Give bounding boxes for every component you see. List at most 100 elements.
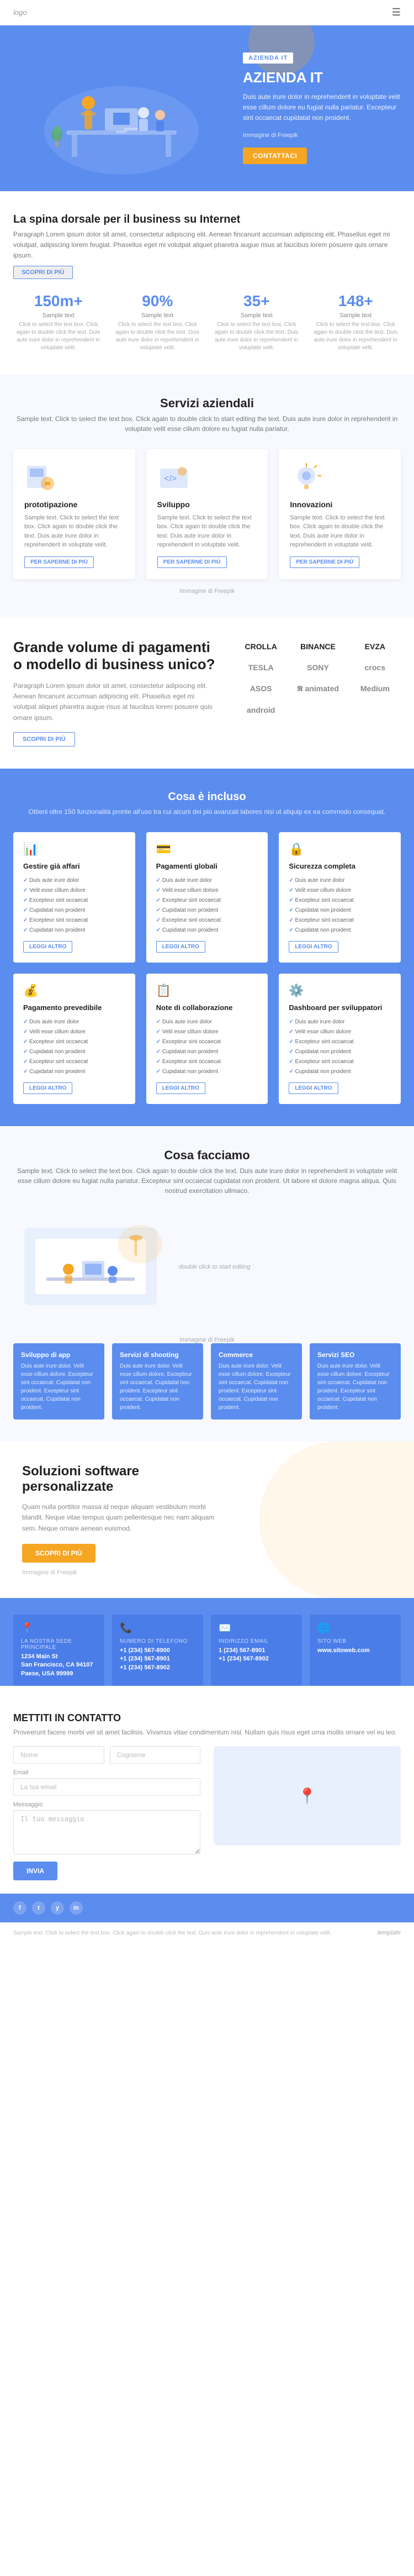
included-list-item: Duis aute irure dolor bbox=[289, 1017, 391, 1027]
included-more-button[interactable]: LEGGI ALTRO bbox=[289, 1082, 338, 1094]
service-title: Sviluppo bbox=[157, 500, 257, 509]
included-more-button[interactable]: LEGGI ALTRO bbox=[289, 941, 338, 953]
included-list-item: Velit esse cillum dolore bbox=[289, 1027, 391, 1037]
contact-info-value: 1234 Main StSan Francisco, CA 94107Paese… bbox=[21, 1653, 97, 1678]
included-card-icon: 💰 bbox=[23, 984, 125, 998]
included-more-button[interactable]: LEGGI ALTRO bbox=[156, 941, 205, 953]
included-card-title: Dashboard per sviluppatori bbox=[289, 1003, 391, 1012]
included-list-item: Velit esse cillum dolore bbox=[156, 1027, 258, 1037]
included-card-title: Pagamento prevedibile bbox=[23, 1003, 125, 1012]
service-card: prototipazione Sample text. Click to sel… bbox=[13, 449, 135, 579]
software-button[interactable]: SCOPRI DI PIÙ bbox=[22, 1544, 95, 1563]
stat-desc: Click to select the text box. Click agai… bbox=[211, 321, 302, 352]
included-card: ⚙️ Dashboard per sviluppatori Duis aute … bbox=[279, 974, 401, 1104]
whatwedo-service-card: Sviluppo di app Duis aute irure dolor. V… bbox=[13, 1343, 104, 1420]
whatwedo-illustration-svg bbox=[13, 1211, 168, 1322]
included-list-item: Excepteur sint occaecat bbox=[289, 1037, 391, 1047]
contact-info-value: +1 (234) 567-8900+1 (234) 567-8901+1 (23… bbox=[120, 1647, 195, 1672]
submit-button[interactable]: INVIA bbox=[13, 1862, 57, 1880]
name-row bbox=[13, 1746, 200, 1764]
email-input[interactable] bbox=[13, 1778, 200, 1796]
included-card-title: Sicurezza completa bbox=[289, 862, 391, 870]
included-list-item: Velit esse cillum dolore bbox=[156, 886, 258, 896]
services-subtitle: Sample text. Click to select the text bo… bbox=[13, 414, 401, 434]
included-more-button[interactable]: LEGGI ALTRO bbox=[23, 1082, 72, 1094]
included-list: Duis aute irure dolorVelit esse cillum d… bbox=[23, 876, 125, 935]
included-list-item: Duis aute irure dolor bbox=[23, 876, 125, 886]
services-image-credit[interactable]: Immagine di Freepik bbox=[13, 588, 401, 595]
payment-button[interactable]: SCOPRI DI PIÙ bbox=[13, 732, 75, 746]
hero-title: AZIENDA IT bbox=[243, 69, 401, 86]
email-row: Email bbox=[13, 1769, 200, 1796]
stats-text: Paragraph Lorem ipsum dolor sit amet, co… bbox=[13, 229, 401, 261]
hero-image-credit[interactable]: Immagine di Freepik bbox=[243, 132, 401, 139]
included-title: Cosa è incluso bbox=[13, 791, 401, 803]
service-title: prototipazione bbox=[24, 500, 124, 509]
whatwedo-section: Cosa facciamo Sample text. Click to sele… bbox=[0, 1126, 414, 1442]
software-image-credit[interactable]: Immagine di Freepik bbox=[22, 1569, 221, 1576]
service-icon bbox=[24, 460, 57, 493]
contact-section: 📍 LA NOSTRA SEDE PRINCIPALE 1234 Main St… bbox=[0, 1598, 414, 1686]
included-list-item: Excepteur sint occaecat bbox=[156, 916, 258, 926]
whatwedo-card-title: Sviluppo di app bbox=[21, 1351, 97, 1359]
brand-item: ASOS bbox=[235, 681, 286, 696]
whatwedo-image-credit[interactable]: Immagine di Freepik bbox=[13, 1337, 401, 1343]
stat-desc: Click to select the text box. Click agai… bbox=[113, 321, 203, 352]
hero-illustration bbox=[0, 42, 237, 175]
included-more-button[interactable]: LEGGI ALTRO bbox=[23, 941, 72, 953]
nome-input[interactable] bbox=[13, 1746, 104, 1764]
social-icon-t[interactable]: t bbox=[32, 1901, 45, 1915]
brands-grid: CROLLABINANCEEVZATESLASONYcrocsASOS𝕹 ani… bbox=[235, 639, 401, 718]
included-more-button[interactable]: LEGGI ALTRO bbox=[156, 1082, 205, 1094]
contact-form-title: METTITI IN CONTATTO bbox=[13, 1712, 401, 1724]
stat-item: 150m+ Sample text Click to select the te… bbox=[13, 292, 104, 352]
included-list-item: Excepteur sint occaecat bbox=[23, 1037, 125, 1047]
included-grid-1: 📊 Gestire già affari Duis aute irure dol… bbox=[13, 832, 401, 963]
included-list: Duis aute irure dolorVelit esse cillum d… bbox=[289, 876, 391, 935]
hamburger-icon[interactable]: ☰ bbox=[392, 7, 401, 18]
service-more-button[interactable]: PER SAPERNE DI PIÙ bbox=[157, 556, 227, 568]
logo: logo bbox=[13, 8, 27, 17]
brand-item: SONY bbox=[292, 660, 343, 675]
stat-number: 148+ bbox=[311, 292, 401, 310]
whatwedo-text-block[interactable]: double click to start editing bbox=[179, 1264, 401, 1270]
contact-info-label: LA NOSTRA SEDE PRINCIPALE bbox=[21, 1638, 97, 1650]
social-bar: ftyin bbox=[0, 1894, 414, 1922]
social-icon-f[interactable]: f bbox=[13, 1901, 26, 1915]
stat-desc: Click to select the text box. Click agai… bbox=[13, 321, 104, 352]
social-icon-in[interactable]: in bbox=[70, 1901, 83, 1915]
brand-item: android bbox=[235, 702, 286, 718]
map-placeholder: 📍 bbox=[214, 1746, 401, 1846]
stats-section: La spina dorsale per il business su Inte… bbox=[0, 191, 414, 374]
stats-more-button[interactable]: SCOPRI DI PIÙ bbox=[13, 266, 73, 279]
whatwedo-service-card: Commerce Duis aute irure dolor. Velit es… bbox=[211, 1343, 302, 1420]
included-list: Duis aute irure dolorVelit esse cillum d… bbox=[289, 1017, 391, 1077]
stats-title: La spina dorsale per il business su Inte… bbox=[13, 213, 401, 226]
included-card-title: Gestire già affari bbox=[23, 862, 125, 870]
included-card-title: Note di collaborazione bbox=[156, 1003, 258, 1012]
payment-right: CROLLABINANCEEVZATESLASONYcrocsASOS𝕹 ani… bbox=[235, 639, 401, 746]
hero-cta-button[interactable]: CONTATTACI bbox=[243, 148, 307, 164]
included-card-icon: 🔒 bbox=[289, 842, 391, 856]
cognome-input[interactable] bbox=[110, 1746, 201, 1764]
included-list-item: Excepteur sint occaecat bbox=[23, 916, 125, 926]
included-list-item: Excepteur sint occaecat bbox=[156, 896, 258, 906]
included-grid-2: 💰 Pagamento prevedibile Duis aute irure … bbox=[13, 974, 401, 1104]
stat-number: 90% bbox=[113, 292, 203, 310]
included-list-item: Velit esse cillum dolore bbox=[289, 886, 391, 896]
included-list-item: Cupidatat non proident bbox=[289, 926, 391, 935]
service-more-button[interactable]: PER SAPERNE DI PIÙ bbox=[290, 556, 359, 568]
whatwedo-illustration bbox=[13, 1211, 168, 1323]
contact-info-value: 1 (234) 567-8901+1 (234) 567-8902 bbox=[219, 1647, 294, 1664]
footer-text: Sample text. Click to select the text bo… bbox=[13, 1930, 331, 1936]
social-icon-y[interactable]: y bbox=[51, 1901, 64, 1915]
contact-info-value: www.sitoweb.com bbox=[317, 1647, 393, 1655]
included-list-item: Excepteur sint occaecat bbox=[289, 916, 391, 926]
whatwedo-service-card: Servizi di shooting Duis aute irure dolo… bbox=[112, 1343, 203, 1420]
hero-badge: AZIENDA IT bbox=[243, 52, 293, 64]
service-more-button[interactable]: PER SAPERNE DI PIÙ bbox=[24, 556, 94, 568]
service-icon bbox=[290, 460, 323, 493]
message-textarea[interactable] bbox=[13, 1810, 200, 1854]
service-title: Innovazioni bbox=[290, 500, 390, 509]
included-list-item: Duis aute irure dolor bbox=[23, 1017, 125, 1027]
